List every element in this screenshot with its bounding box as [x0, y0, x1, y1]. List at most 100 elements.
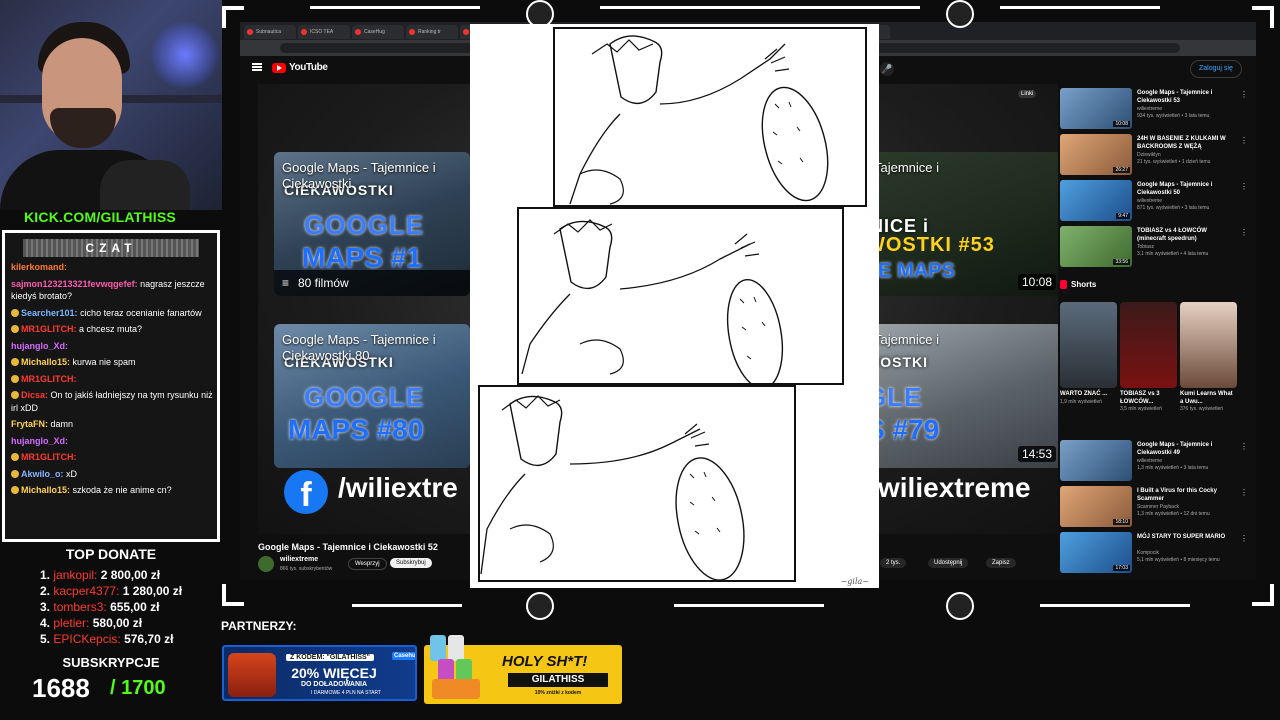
related-video-item[interactable]: 17:03 MÓJ STARY TO SUPER MARIO Kompocik 5,1…	[1060, 532, 1250, 577]
video-channel[interactable]: wiliextreme	[1137, 458, 1237, 465]
support-button[interactable]: Wesprzyj	[348, 558, 387, 570]
more-options-icon[interactable]: ⋮	[1240, 488, 1248, 497]
channel-name[interactable]: wiliextreme	[280, 556, 318, 563]
browser-tab[interactable]: CaseHug	[352, 25, 404, 39]
browser-tab[interactable]: ICSO TEA	[298, 25, 350, 39]
links-badge[interactable]: Linki	[1018, 90, 1037, 98]
frame-corner	[1252, 6, 1274, 28]
save-button[interactable]: Zapisz	[986, 558, 1016, 568]
chat-username[interactable]: MR1GLITCH:	[21, 324, 77, 334]
short-title[interactable]: TOBIASZ vs 3 ŁOWCÓW...	[1120, 391, 1177, 406]
hamburger-menu-icon[interactable]	[252, 63, 262, 71]
chat-username[interactable]: kilerkomand:	[11, 262, 67, 272]
shorts-icon	[1060, 280, 1067, 289]
more-options-icon[interactable]: ⋮	[1240, 228, 1248, 237]
chat-text: xD	[66, 468, 78, 479]
video-title[interactable]: Google Maps - Tajemnice i Ciekawostki 53	[1137, 90, 1235, 105]
more-options-icon[interactable]: ⋮	[1240, 534, 1248, 543]
short-thumbnail[interactable]	[1060, 302, 1117, 388]
chat-list: kilerkomand: sajmon123213321fevwqgefef: …	[11, 261, 217, 501]
login-button[interactable]: Zaloguj się	[1190, 60, 1242, 78]
chat-username[interactable]: Dicsa:	[21, 390, 48, 400]
chat-username[interactable]: Searcher101:	[21, 308, 78, 318]
video-channel[interactable]: wiliextreme	[1137, 198, 1237, 205]
chat-username[interactable]: MR1GLITCH:	[21, 374, 77, 384]
chat-text: szkoda że nie anime cn?	[72, 485, 172, 495]
related-video-item[interactable]: 33:56 TOBIASZ vs 4 ŁOWCÓW (minecraft spee…	[1060, 226, 1250, 271]
short-item[interactable]: WARTO ZNAĆ ... 1,9 mln wyświetleń	[1060, 302, 1117, 430]
video-title[interactable]: Google Maps - Tajemnice i Ciekawostki 49	[1137, 442, 1235, 457]
chat-username[interactable]: Akwilo_o:	[21, 469, 64, 479]
browser-tab[interactable]: Subnautica	[244, 25, 296, 39]
video-duration: 33:56	[1113, 259, 1130, 265]
video-thumbnail[interactable]	[1060, 440, 1132, 481]
video-title[interactable]: Google Maps - Tajemnice i Ciekawostki 50	[1137, 182, 1235, 197]
related-video-item[interactable]: 18:10 I Built a Virus for this Cocky Scam…	[1060, 486, 1250, 531]
views-like-label[interactable]: 2 tys.	[880, 558, 907, 568]
frame-line	[1000, 6, 1160, 9]
youtube-logo[interactable]: YouTube	[272, 62, 328, 73]
short-title[interactable]: WARTO ZNAĆ ...	[1060, 391, 1117, 399]
video-thumbnail[interactable]: 18:10	[1060, 486, 1132, 527]
share-button[interactable]: Udostępnij	[928, 558, 969, 568]
youtube-play-icon	[272, 62, 286, 73]
endcard-video-80[interactable]: CIEKAWOSTKI GOOGLE MAPS #80 Google Maps …	[274, 324, 470, 468]
endcard-video-79[interactable]: WOSTKI GLE S #79 Tajemnice i 14:53	[866, 324, 1058, 468]
short-thumbnail[interactable]	[1180, 302, 1237, 388]
video-duration: 9:47	[1116, 213, 1130, 219]
short-item[interactable]: Kumi Learns What a Uwu... 376 tys. wyświe…	[1180, 302, 1237, 430]
chat-message: Akwilo_o: xD	[11, 468, 217, 481]
video-duration: 10:08	[1113, 121, 1130, 127]
video-thumbnail[interactable]: 26:27	[1060, 134, 1132, 175]
video-title[interactable]: 24H W BASENIE Z KULKAMI W BACKROOMS Z WĘ…	[1137, 136, 1235, 151]
video-thumbnail[interactable]: 10:08	[1060, 88, 1132, 129]
chat-username[interactable]: MR1GLITCH:	[21, 452, 77, 462]
video-channel[interactable]: Kompocik	[1137, 550, 1237, 557]
endcard-video-53[interactable]: NICE i WOSTKI #53 LE MAPS Tajemnice i 10…	[866, 152, 1058, 296]
chat-username[interactable]: FrytaFN:	[11, 419, 48, 429]
short-title[interactable]: Kumi Learns What a Uwu...	[1180, 391, 1237, 406]
video-title[interactable]: MÓJ STARY TO SUPER MARIO	[1137, 534, 1235, 542]
chat-username[interactable]: Michallo15:	[21, 357, 70, 367]
video-views: 3,1 mln wyświetleń • 4 lata temu	[1137, 251, 1209, 257]
sketch-panel-2	[517, 207, 844, 390]
short-item[interactable]: TOBIASZ vs 3 ŁOWCÓW... 3,5 mln wyświetleń	[1120, 302, 1177, 430]
more-options-icon[interactable]: ⋮	[1240, 182, 1248, 191]
related-video-item[interactable]: Google Maps - Tajemnice i Ciekawostki 49…	[1060, 440, 1250, 485]
donate-row: 2. kacper4377: 1 280,00 zł	[40, 583, 220, 599]
facebook-handle: /wiliextre	[338, 472, 458, 503]
donate-row: 3. tombers3: 655,00 zł	[40, 599, 220, 615]
channel-avatar[interactable]	[258, 556, 274, 572]
more-options-icon[interactable]: ⋮	[1240, 90, 1248, 99]
holy-banner[interactable]: HOLY SH*T! GILATHISS 10% zniżki z kodem	[424, 633, 622, 704]
short-thumbnail[interactable]	[1120, 302, 1177, 388]
chat-username[interactable]: hujanglo_Xd:	[11, 436, 68, 446]
chat-username[interactable]: hujanglo_Xd:	[11, 341, 68, 351]
video-channel[interactable]: Tobiasz	[1137, 244, 1237, 251]
chat-badge-icon	[11, 486, 19, 494]
video-thumbnail[interactable]: 33:56	[1060, 226, 1132, 267]
video-channel[interactable]: Dziewiklyn	[1137, 152, 1237, 159]
video-channel[interactable]: Scammer Payback	[1137, 504, 1237, 511]
chat-username[interactable]: sajmon123213321fevwqgefef:	[11, 279, 138, 289]
more-options-icon[interactable]: ⋮	[1240, 442, 1248, 451]
top-donate-title: TOP DONATE	[65, 546, 157, 562]
related-video-item[interactable]: 10:08 Google Maps - Tajemnice i Ciekawost…	[1060, 88, 1250, 133]
video-channel[interactable]: wiliextreme	[1137, 106, 1237, 113]
browser-tab[interactable]: Ranking tr	[406, 25, 458, 39]
endcard-playlist[interactable]: CIEKAWOSTKI GOOGLE MAPS #1 Google Maps -…	[274, 152, 470, 296]
donate-row: 5. EPICKepcis: 576,70 zł	[40, 631, 220, 647]
subscribe-button[interactable]: Subskrybuj	[390, 558, 432, 568]
video-title[interactable]: I Built a Virus for this Cocky Scammer	[1137, 488, 1235, 503]
video-title[interactable]: TOBIASZ vs 4 ŁOWCÓW (minecraft speedrun)	[1137, 228, 1235, 243]
microphone-icon[interactable]: 🎤	[880, 62, 894, 76]
related-video-item[interactable]: 9:47 Google Maps - Tajemnice i Ciekawostk…	[1060, 180, 1250, 225]
video-thumbnail[interactable]: 17:03	[1060, 532, 1132, 573]
video-thumbnail[interactable]: 9:47	[1060, 180, 1132, 221]
subs-count: 1688	[32, 673, 90, 703]
chat-message: MR1GLITCH: a chcesz muta?	[11, 323, 217, 336]
casehug-banner[interactable]: Z KODEM: "GILATHISS" Casehug 20% WIĘCEJ …	[222, 645, 417, 701]
related-video-item[interactable]: 26:27 24H W BASENIE Z KULKAMI W BACKROOMS…	[1060, 134, 1250, 179]
more-options-icon[interactable]: ⋮	[1240, 136, 1248, 145]
chat-username[interactable]: Michallo15:	[21, 485, 70, 495]
